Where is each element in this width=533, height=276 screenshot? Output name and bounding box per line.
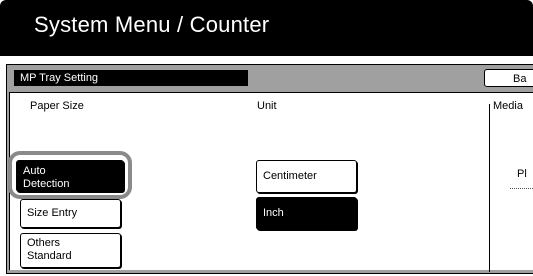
auto-detection-button[interactable]: Auto Detection bbox=[16, 160, 124, 192]
media-label: Media bbox=[493, 100, 523, 112]
title-bar: System Menu / Counter bbox=[0, 0, 533, 56]
others-standard-button[interactable]: Others Standard bbox=[20, 233, 121, 268]
media-value[interactable]: Pl bbox=[517, 168, 527, 180]
size-entry-button[interactable]: Size Entry bbox=[20, 199, 121, 228]
centimeter-button[interactable]: Centimeter bbox=[256, 160, 357, 193]
column-divider bbox=[489, 104, 490, 272]
section-title: MP Tray Setting bbox=[14, 70, 248, 86]
inch-button[interactable]: Inch bbox=[256, 197, 357, 230]
back-button[interactable]: Ba bbox=[484, 69, 533, 87]
media-dotted-underline bbox=[510, 188, 533, 189]
unit-label: Unit bbox=[257, 100, 277, 112]
page-title: System Menu / Counter bbox=[34, 12, 270, 37]
paper-size-label: Paper Size bbox=[30, 100, 84, 112]
